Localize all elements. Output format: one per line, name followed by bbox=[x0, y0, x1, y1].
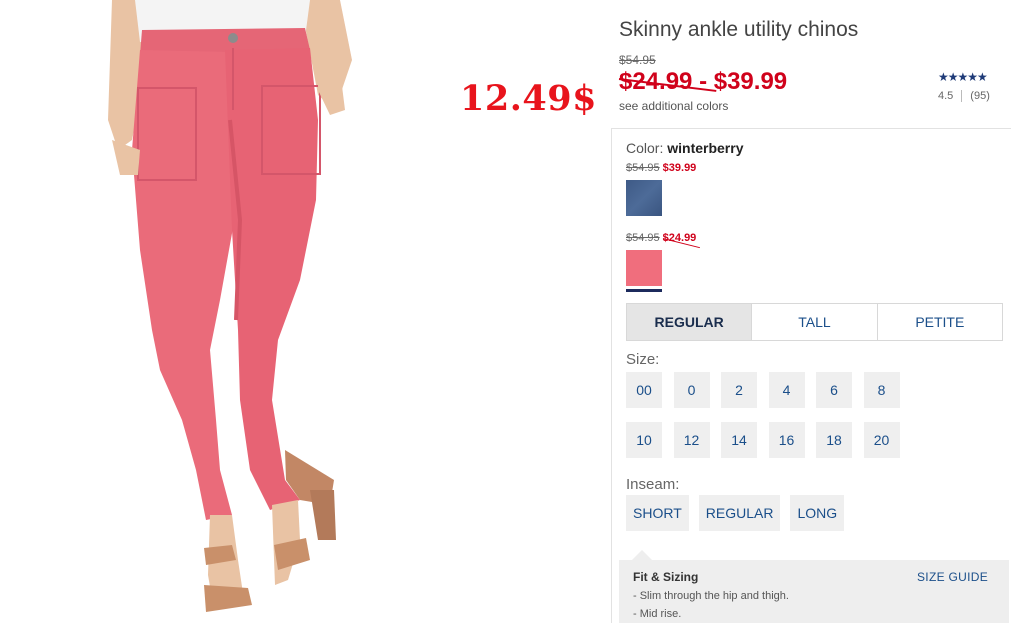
fit-detail-line: - Mid rise. bbox=[633, 608, 682, 620]
inseam-long-button[interactable]: LONG bbox=[790, 495, 845, 531]
selected-swatch-indicator bbox=[626, 289, 662, 292]
pants-illustration bbox=[108, 0, 352, 612]
size-option[interactable]: 6 bbox=[816, 372, 852, 408]
size-option[interactable]: 8 bbox=[863, 372, 900, 408]
size-option[interactable]: 4 bbox=[768, 372, 805, 408]
fit-tabs: REGULAR TALL PETITE bbox=[626, 303, 1003, 341]
tab-tall[interactable]: TALL bbox=[752, 304, 878, 340]
size-option[interactable]: 00 bbox=[626, 372, 662, 408]
rating-line: 4.5 (95) bbox=[938, 90, 990, 103]
color-swatch-blue[interactable] bbox=[626, 180, 662, 216]
inseam-regular-button[interactable]: REGULAR bbox=[698, 495, 781, 531]
rating-widget[interactable]: ★★★★★ 4.5 (95) bbox=[938, 70, 990, 103]
size-options: 00 0 2 4 6 8 10 12 14 16 18 20 bbox=[626, 372, 956, 472]
color-price-1-new: $39.99 bbox=[662, 162, 697, 174]
original-price: $54.95 bbox=[619, 53, 656, 67]
product-title: Skinny ankle utility chinos bbox=[619, 18, 859, 41]
color-swatch-winterberry[interactable] bbox=[626, 250, 662, 286]
price-range: $24.99 - $39.99 bbox=[618, 68, 788, 96]
struck-low-price: $24.99 bbox=[618, 68, 717, 95]
rating-divider bbox=[961, 90, 963, 103]
tab-regular[interactable]: REGULAR bbox=[627, 304, 753, 340]
inseam-short-button[interactable]: SHORT bbox=[626, 495, 689, 531]
promo-sale-price: 12.49$ bbox=[460, 78, 597, 119]
inseam-label: Inseam: bbox=[626, 476, 680, 493]
size-option[interactable]: 10 bbox=[626, 422, 662, 458]
price-high: $39.99 bbox=[713, 68, 788, 95]
color-price-1-old: $54.95 bbox=[626, 162, 660, 174]
size-option[interactable]: 18 bbox=[816, 422, 852, 458]
star-rating-icon: ★★★★★ bbox=[938, 70, 988, 84]
size-option[interactable]: 12 bbox=[673, 422, 710, 458]
selected-color-name: winterberry bbox=[667, 140, 744, 156]
fit-box-notch bbox=[632, 550, 652, 560]
product-image bbox=[0, 0, 470, 623]
size-label: Size: bbox=[626, 351, 660, 368]
size-option[interactable]: 16 bbox=[768, 422, 805, 458]
color-price-1: $54.95 $39.99 bbox=[626, 162, 696, 174]
product-page: 12.49$ Skinny ankle utility chinos $54.9… bbox=[0, 0, 1017, 623]
size-guide-link[interactable]: SIZE GUIDE bbox=[917, 570, 988, 584]
fit-detail-line: - Slim through the hip and thigh. bbox=[633, 590, 789, 602]
color-price-2-new: $24.99 bbox=[662, 232, 700, 249]
review-count: (95) bbox=[970, 90, 990, 102]
color-price-2-old: $54.95 bbox=[626, 232, 660, 244]
size-option[interactable]: 14 bbox=[721, 422, 757, 458]
color-price-2: $54.95 $24.99 bbox=[626, 232, 700, 249]
rating-value: 4.5 bbox=[938, 90, 954, 102]
color-label: Color: winterberry bbox=[626, 140, 743, 156]
see-additional-colors-link[interactable]: see additional colors bbox=[619, 99, 728, 113]
color-label-text: Color: bbox=[626, 140, 668, 156]
inseam-options: SHORT REGULAR LONG bbox=[626, 495, 854, 531]
size-option[interactable]: 2 bbox=[721, 372, 757, 408]
fit-sizing-title: Fit & Sizing bbox=[633, 570, 699, 584]
tab-petite[interactable]: PETITE bbox=[878, 304, 1002, 340]
size-option[interactable]: 20 bbox=[863, 422, 900, 458]
size-option[interactable]: 0 bbox=[673, 372, 710, 408]
